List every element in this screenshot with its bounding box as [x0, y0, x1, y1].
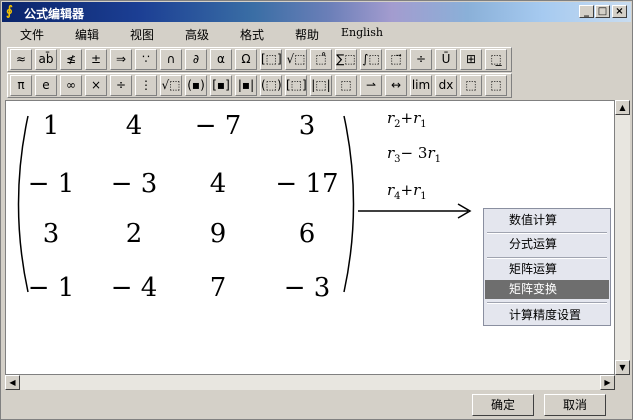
context-menu: 数值计算 分式运算 矩阵运算 矩阵变换 计算精度设置 — [483, 208, 611, 326]
matrix-cell[interactable]: 3 — [267, 111, 347, 141]
matrix-cell[interactable]: − 3 — [94, 169, 174, 199]
symbol-button-4[interactable]: ⇒ — [110, 49, 132, 70]
ctx-separator — [487, 302, 607, 304]
symbol-button-2[interactable]: ≰ — [60, 49, 82, 70]
symbol-button-1[interactable]: ab̄ — [35, 49, 57, 70]
symbol-button-9[interactable]: Ω — [235, 49, 257, 70]
menu-view[interactable]: 视图 — [130, 26, 154, 43]
matrix-cell[interactable]: 3 — [11, 219, 91, 249]
matrix-cell[interactable]: − 1 — [11, 273, 91, 303]
matrix-cell[interactable]: 4 — [178, 169, 258, 199]
symbol-button-3[interactable]: ± — [85, 49, 107, 70]
template-button-5[interactable]: ⋮ — [135, 75, 157, 96]
matrix-cell[interactable]: 1 — [11, 111, 91, 141]
row-op-3: r4+r1 — [387, 181, 427, 202]
formula-app-icon: ∮ — [6, 4, 13, 19]
scroll-right-icon[interactable]: ▶ — [600, 375, 615, 390]
symbol-button-11[interactable]: √⬚ — [285, 49, 307, 70]
symbol-button-12[interactable]: ⬚̊ — [310, 49, 332, 70]
row-op-2: r3− 3r1 — [387, 144, 441, 165]
template-button-3[interactable]: × — [85, 75, 107, 96]
scroll-down-icon[interactable]: ▼ — [615, 360, 630, 375]
symbol-toolbar: ≈ ab̄ ≰ ± ⇒ ∵ ∩ ∂ α Ω [⬚] √⬚ ⬚̊ ∑⬚ ∫⬚ ⬚⃗ ÷ Ū ⊞ ⬚̲ — [7, 47, 512, 72]
menu-english[interactable]: English — [341, 26, 383, 39]
symbol-button-5[interactable]: ∵ — [135, 49, 157, 70]
symbol-button-14[interactable]: ∫⬚ — [360, 49, 382, 70]
vertical-scrollbar[interactable]: ▲ ▼ — [615, 100, 630, 375]
maximize-button[interactable]: □ — [595, 5, 610, 18]
menu-help[interactable]: 帮助 — [295, 26, 319, 43]
template-toolbar: π e ∞ × ÷ ⋮ √⬚ (▪) [▪] |▪| (⬚) [⬚] |⬚| ⬚ ⇀ ↔ lim dx ⬚ ⬚ — [7, 73, 512, 98]
template-button-4[interactable]: ÷ — [110, 75, 132, 96]
menu-edit[interactable]: 编辑 — [75, 26, 99, 43]
ctx-numeric-calc[interactable]: 数值计算 — [485, 211, 609, 230]
symbol-button-15[interactable]: ⬚⃗ — [385, 49, 407, 70]
ctx-separator — [487, 257, 607, 259]
matrix-cell[interactable]: − 3 — [267, 273, 347, 303]
symbol-button-19[interactable]: ⬚̲ — [485, 49, 507, 70]
cancel-button[interactable]: 取消 — [544, 394, 606, 416]
template-button-7[interactable]: (▪) — [185, 75, 207, 96]
matrix-cell[interactable]: 2 — [94, 219, 174, 249]
matrix-cell[interactable]: − 7 — [178, 111, 258, 141]
symbol-button-7[interactable]: ∂ — [185, 49, 207, 70]
menu-format[interactable]: 格式 — [240, 26, 264, 43]
scroll-left-icon[interactable]: ◀ — [5, 375, 20, 390]
template-button-0[interactable]: π — [10, 75, 32, 96]
template-button-1[interactable]: e — [35, 75, 57, 96]
template-button-12[interactable]: |⬚| — [310, 75, 332, 96]
menu-file[interactable]: 文件 — [20, 26, 44, 43]
template-button-9[interactable]: |▪| — [235, 75, 257, 96]
symbol-button-10[interactable]: [⬚] — [260, 49, 282, 70]
template-button-15[interactable]: ↔ — [385, 75, 407, 96]
close-button[interactable]: × — [612, 5, 627, 18]
horizontal-scrollbar[interactable]: ◀ ▶ — [5, 375, 615, 390]
symbol-button-16[interactable]: ÷ — [410, 49, 432, 70]
ctx-separator — [487, 232, 607, 234]
symbol-button-0[interactable]: ≈ — [10, 49, 32, 70]
ctx-precision-settings[interactable]: 计算精度设置 — [485, 306, 609, 325]
template-button-19[interactable]: ⬚ — [485, 75, 507, 96]
symbol-button-8[interactable]: α — [210, 49, 232, 70]
symbol-button-6[interactable]: ∩ — [160, 49, 182, 70]
matrix-cell[interactable]: 4 — [94, 111, 174, 141]
ctx-matrix-transform[interactable]: 矩阵变换 — [485, 280, 609, 299]
template-button-18[interactable]: ⬚ — [460, 75, 482, 96]
matrix-cell[interactable]: 9 — [178, 219, 258, 249]
template-button-13[interactable]: ⬚ — [335, 75, 357, 96]
minimize-button[interactable]: _ — [579, 5, 594, 18]
scroll-up-icon[interactable]: ▲ — [615, 100, 630, 115]
template-button-10[interactable]: (⬚) — [260, 75, 282, 96]
template-button-11[interactable]: [⬚] — [285, 75, 307, 96]
template-button-17[interactable]: dx — [435, 75, 457, 96]
row-op-1: r2+r1 — [387, 109, 427, 130]
symbol-button-18[interactable]: ⊞ — [460, 49, 482, 70]
template-button-6[interactable]: √⬚ — [160, 75, 182, 96]
matrix-cell[interactable]: − 17 — [267, 169, 347, 199]
menu-advanced[interactable]: 高级 — [185, 26, 209, 43]
ctx-matrix-calc[interactable]: 矩阵运算 — [485, 260, 609, 279]
window-title: 公式编辑器 — [24, 7, 85, 21]
matrix-cell[interactable]: − 1 — [11, 169, 91, 199]
formula-editor-window: ∮ 公式编辑器 _ □ × 文件 编辑 视图 高级 格式 帮助 English … — [0, 0, 633, 420]
ctx-fraction-calc[interactable]: 分式运算 — [485, 235, 609, 254]
menu-bar: 文件 编辑 视图 高级 格式 帮助 English — [3, 23, 631, 42]
symbol-button-13[interactable]: ∑⬚ — [335, 49, 357, 70]
title-bar: ∮ 公式编辑器 _ □ × — [2, 2, 631, 22]
matrix-cell[interactable]: 7 — [178, 273, 258, 303]
template-button-16[interactable]: lim — [410, 75, 432, 96]
symbol-button-17[interactable]: Ū — [435, 49, 457, 70]
ok-button[interactable]: 确定 — [472, 394, 534, 416]
matrix-cell[interactable]: − 4 — [94, 273, 174, 303]
matrix-cell[interactable]: 6 — [267, 219, 347, 249]
template-button-8[interactable]: [▪] — [210, 75, 232, 96]
template-button-14[interactable]: ⇀ — [360, 75, 382, 96]
template-button-2[interactable]: ∞ — [60, 75, 82, 96]
